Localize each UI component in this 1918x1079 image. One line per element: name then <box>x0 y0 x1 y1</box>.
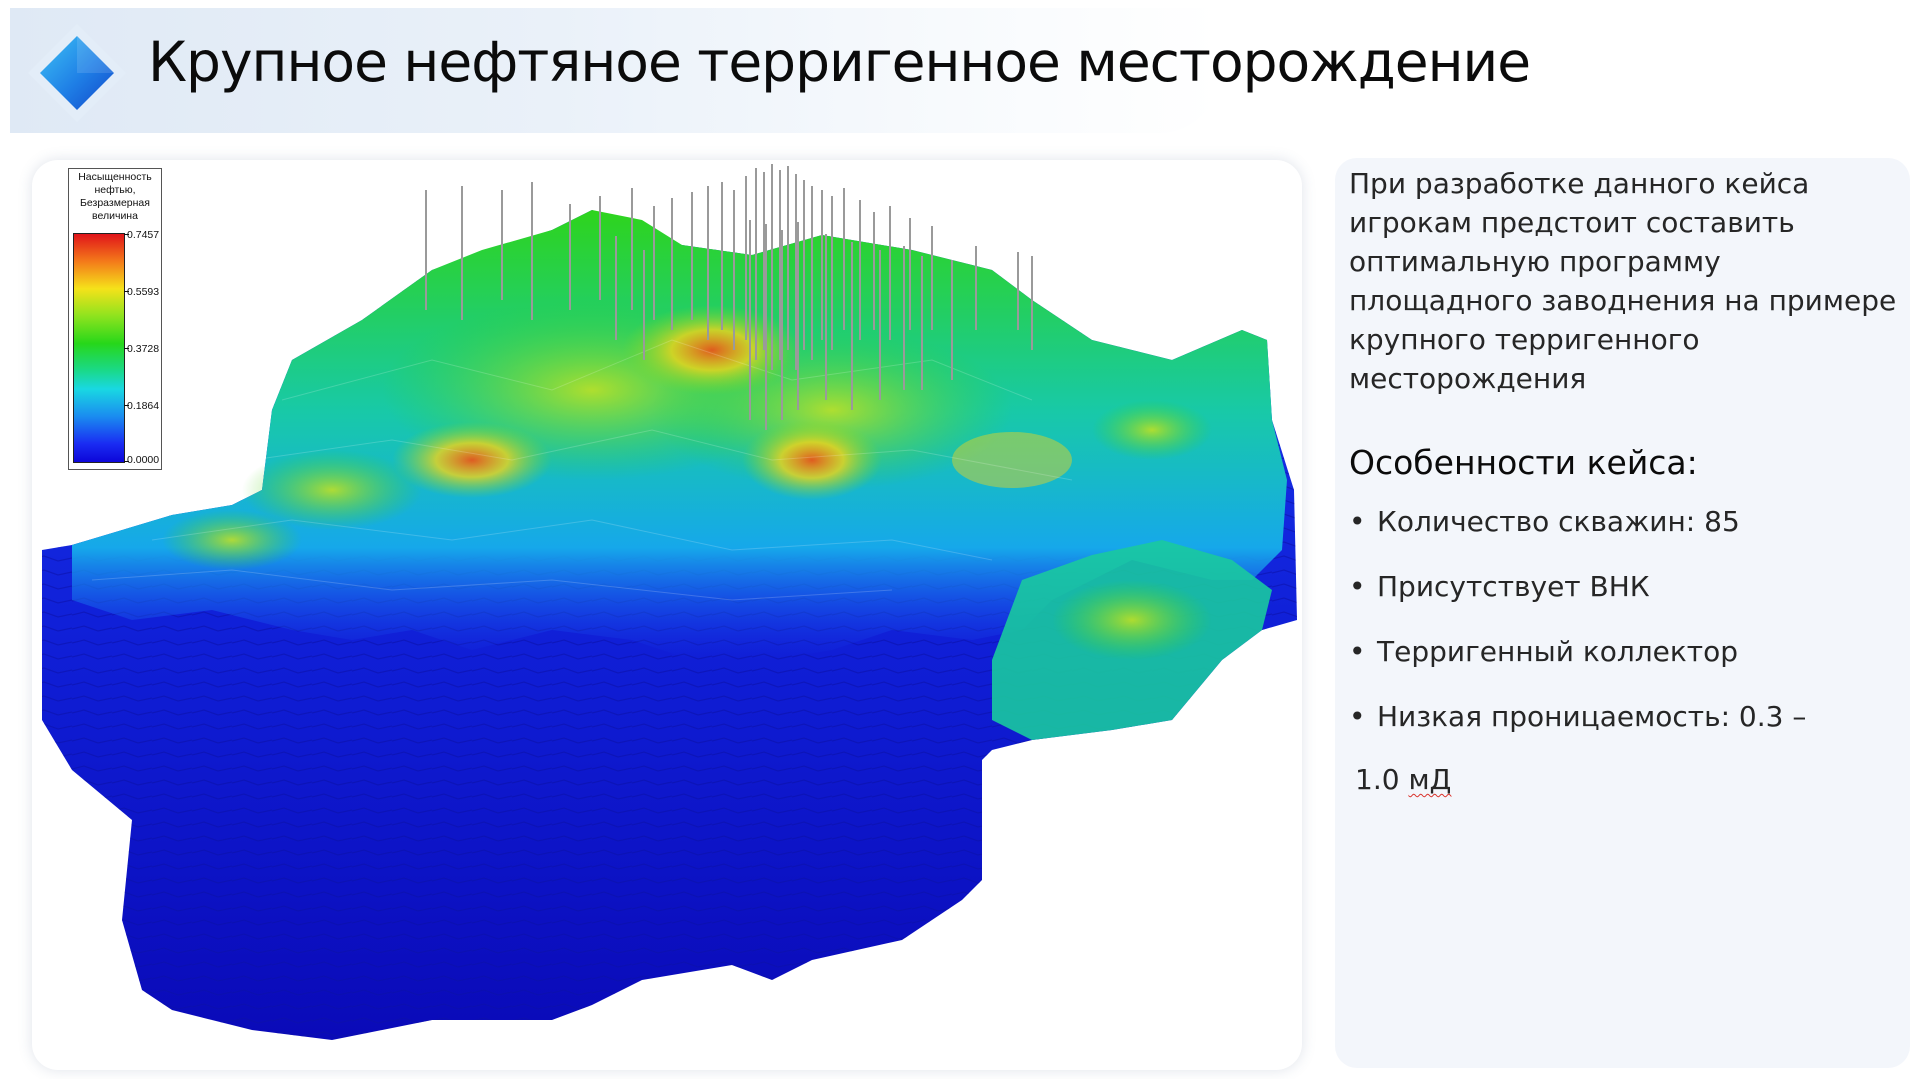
permeability-max-value: 1.0 <box>1355 763 1400 796</box>
model-panel: Насыщенность нефтью, Безразмерная величи… <box>32 160 1302 1070</box>
legend-label: 0.1864 <box>127 400 160 412</box>
bullet: • <box>1349 505 1366 538</box>
page-title: Крупное нефтяное терригенное месторожден… <box>148 30 1531 94</box>
feature-text: Количество скважин: 85 <box>1377 505 1740 538</box>
legend-title-line: Безразмерная <box>80 197 150 209</box>
legend-color-bar <box>73 233 125 463</box>
feature-item-reservoir: • Терригенный коллектор <box>1349 633 1909 698</box>
features-list: • Количество скважин: 85 • Присутствует … <box>1349 503 1909 763</box>
saturation-legend: Насыщенность нефтью, Безразмерная величи… <box>68 168 162 470</box>
feature-text: Низкая проницаемость: 0.3 – <box>1377 700 1807 733</box>
diamond-logo-icon <box>22 18 132 128</box>
legend-title-line: нефтью, <box>94 184 136 196</box>
reservoir-3d-model <box>42 164 1297 1040</box>
legend-title-line: Насыщенность <box>78 171 152 183</box>
feature-text: Терригенный коллектор <box>1377 635 1739 668</box>
intro-text: При разработке данного кейса игрокам пре… <box>1349 167 1897 395</box>
feature-item-permeability: • Низкая проницаемость: 0.3 – <box>1349 698 1909 763</box>
features-heading: Особенности кейса: <box>1349 443 1698 482</box>
slide: Крупное нефтяное терригенное месторожден… <box>0 0 1918 1079</box>
legend-title-line: величина <box>92 210 138 222</box>
feature-text: Присутствует ВНК <box>1377 570 1650 603</box>
info-card: При разработке данного кейса игрокам пре… <box>1335 158 1910 1068</box>
feature-item-wells: • Количество скважин: 85 <box>1349 503 1909 568</box>
legend-label: 0.3728 <box>127 343 160 355</box>
feature-item-owc: • Присутствует ВНК <box>1349 568 1909 633</box>
permeability-continuation: 1.0 мД <box>1355 761 1451 799</box>
bullet: • <box>1349 635 1366 668</box>
legend-label-max: 0.7457 <box>127 229 160 241</box>
legend-label-min: 0.0000 <box>127 454 160 466</box>
permeability-unit: мД <box>1408 763 1452 796</box>
legend-title: Насыщенность нефтью, Безразмерная величи… <box>69 171 161 223</box>
bullet: • <box>1349 700 1366 733</box>
bullet: • <box>1349 570 1366 603</box>
legend-label: 0.5593 <box>127 286 160 298</box>
